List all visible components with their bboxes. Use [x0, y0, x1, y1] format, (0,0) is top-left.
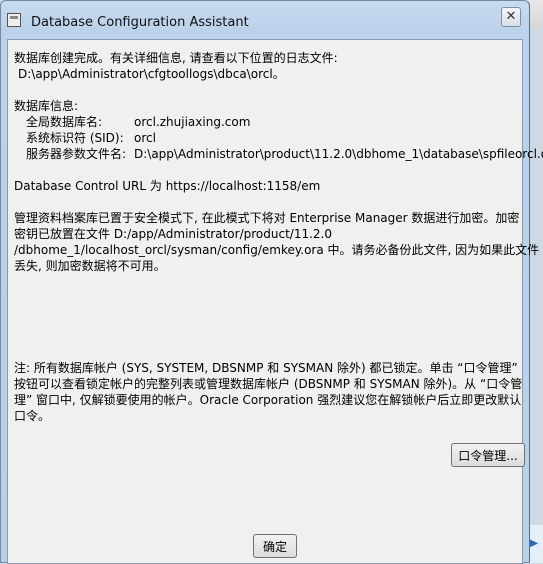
intro-line: 数据库创建完成。有关详细信息, 请查看以下位置的日志文件:	[14, 50, 514, 66]
ok-button[interactable]: 确定	[253, 534, 297, 558]
close-icon: ✕	[506, 9, 517, 24]
db-info-heading: 数据库信息:	[14, 98, 514, 114]
note-line: 理” 窗口中, 仅解锁要使用的帐户。Oracle Corporation 强烈建…	[14, 392, 517, 408]
info-value: D:\app\Administrator\product\11.2.0\dbho…	[134, 146, 543, 162]
info-label: 服务器参数文件名:	[26, 146, 126, 162]
info-value: orcl.zhujiaxing.com	[134, 114, 250, 130]
intro-paragraph: 数据库创建完成。有关详细信息, 请查看以下位置的日志文件: D:\app\Adm…	[14, 50, 514, 82]
note-line: 口令。	[14, 408, 517, 424]
info-row-spfile: 服务器参数文件名: D:\app\Administrator\product\1…	[14, 146, 514, 162]
close-button[interactable]: ✕	[501, 7, 521, 27]
encryption-line: 管理资料档案库已置于安全模式下, 在此模式下将对 Enterprise Mana…	[14, 210, 514, 226]
dialog-body: 数据库创建完成。有关详细信息, 请查看以下位置的日志文件: D:\app\Adm…	[7, 39, 523, 564]
encryption-line: 丢失, 则加密数据将不可用。	[14, 258, 514, 274]
encryption-line: /dbhome_1/localhost_orcl/sysman/config/e…	[14, 242, 514, 258]
password-management-button[interactable]: 口令管理...	[451, 443, 525, 467]
log-path: D:\app\Administrator\cfgtoollogs\dbca\or…	[14, 66, 514, 82]
db-info-section: 数据库信息: 全局数据库名: orcl.zhujiaxing.com 系统标识符…	[14, 98, 514, 162]
message-content: 数据库创建完成。有关详细信息, 请查看以下位置的日志文件: D:\app\Adm…	[14, 50, 514, 290]
window-title: Database Configuration Assistant	[31, 15, 249, 30]
dbcontrol-paragraph: Database Control URL 为 https://localhost…	[14, 178, 514, 194]
info-row-global-name: 全局数据库名: orcl.zhujiaxing.com	[14, 114, 514, 130]
dbcontrol-url: Database Control URL 为 https://localhost…	[14, 178, 514, 194]
encryption-line: 密钥已放置在文件 D:/app/Administrator/product/11…	[14, 226, 514, 242]
info-label: 系统标识符 (SID):	[26, 130, 124, 146]
accounts-note: 注: 所有数据库帐户 (SYS, SYSTEM, DBSNMP 和 SYSMAN…	[14, 360, 517, 424]
title-bar[interactable]: Database Configuration Assistant ✕	[1, 1, 529, 39]
window-app-icon	[7, 13, 21, 27]
info-label: 全局数据库名:	[26, 114, 102, 130]
note-line: 注: 所有数据库帐户 (SYS, SYSTEM, DBSNMP 和 SYSMAN…	[14, 360, 517, 376]
note-line: 按钮可以查看锁定帐户的完整列表或管理数据库帐户 (DBSNMP 和 SYSMAN…	[14, 376, 517, 392]
info-value: orcl	[134, 130, 156, 146]
info-row-sid: 系统标识符 (SID): orcl	[14, 130, 514, 146]
dialog-window: Database Configuration Assistant ✕ 数据库创建…	[0, 0, 530, 563]
encryption-paragraph: 管理资料档案库已置于安全模式下, 在此模式下将对 Enterprise Mana…	[14, 210, 514, 274]
